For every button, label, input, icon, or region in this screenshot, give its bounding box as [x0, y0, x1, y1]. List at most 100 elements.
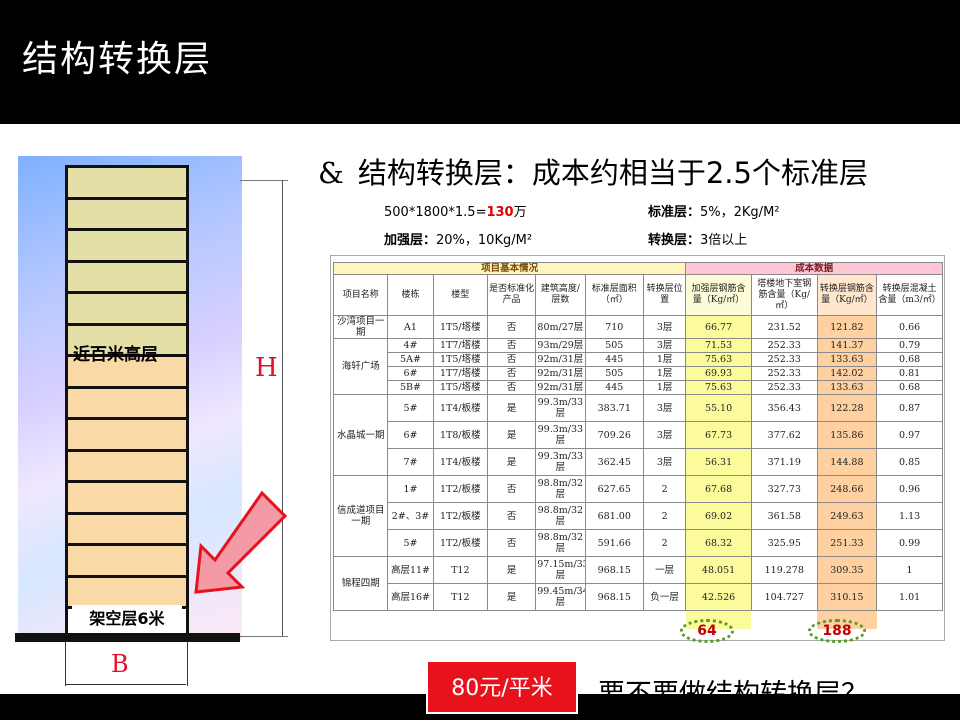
table-cell-pos: 1层	[643, 380, 687, 395]
table-cell-reinf: 75.63	[685, 352, 752, 367]
table-cell-type: 1T7/塔楼	[432, 338, 488, 353]
table-header-row: 项目名称 楼栋 楼型 是否标准化产品 建筑高度/层数 标准层面积（㎡） 转换层位置 加强层钢筋…	[332, 274, 943, 316]
summary-cell	[877, 611, 943, 630]
table-cell-reinf: 42.526	[685, 583, 752, 611]
building-floor	[65, 228, 189, 260]
table-cell-conc: 0.96	[876, 475, 943, 503]
table-cell-trans: 142.02	[816, 366, 878, 381]
table-cell-std: 否	[486, 352, 537, 367]
table-cell-conc: 0.81	[876, 366, 943, 381]
table-cell-area: 362.45	[584, 448, 645, 476]
building-illustration	[65, 165, 189, 635]
table-cell-conc: 1.13	[876, 502, 943, 530]
pointer-arrow-icon	[194, 490, 288, 594]
building-floor	[65, 448, 189, 480]
building-floor	[65, 480, 189, 512]
table-cell-type: 1T5/塔楼	[432, 380, 488, 395]
table-cell-building: 5#	[387, 529, 434, 557]
table-cell-height: 92m/31层	[535, 366, 586, 381]
table-cell-project: 沙湾项目一期	[332, 315, 389, 339]
width-dimension-line	[65, 684, 186, 685]
building-floor	[65, 291, 189, 323]
summary-cell	[644, 611, 686, 630]
table-cell-pos: 2	[643, 529, 687, 557]
slide-title: 结构转换层	[22, 39, 213, 80]
table-cell-type: T12	[432, 556, 488, 584]
table-cell-building: 6#	[387, 366, 434, 381]
table-cell-building: A1	[387, 315, 434, 339]
table-cell-pos: 2	[643, 475, 687, 503]
summary-cell	[388, 611, 433, 630]
standard-label: 标准层：	[648, 205, 701, 220]
table-cell-reinf: 69.02	[685, 502, 752, 530]
table-cell-area: 505	[584, 338, 645, 353]
table-cell-std: 否	[486, 366, 537, 381]
table-cell-reinf: 71.53	[685, 338, 752, 353]
table-cell-std: 否	[486, 475, 537, 503]
table-row: 7# 1T4/板楼是 99.3m/33层 362.45 3层 56.31 371.19 144…	[334, 448, 943, 476]
table-cell-type: 1T2/板楼	[432, 502, 488, 530]
table-cell-area: 968.15	[584, 556, 645, 584]
table-cell-building: 7#	[387, 448, 434, 476]
table-cell-building: 5B#	[387, 380, 434, 395]
table-cell-std: 否	[486, 338, 537, 353]
table-cell-base: 361.58	[750, 502, 818, 530]
transfer-label: 转换层：	[648, 233, 701, 248]
table-cell-area: 968.15	[584, 583, 645, 611]
summary-cell	[751, 611, 817, 630]
headline-text: 结构转换层：成本约相当于2.5个标准层	[357, 156, 868, 190]
table-cell-area: 709.26	[584, 421, 645, 449]
table-cell-building: 4#	[387, 338, 434, 353]
table-row: 水晶城一期 5# 1T4/板楼是 99.3m/33层 383.71 3层 55.10 356.…	[332, 394, 943, 476]
formula-note: 500*1800*1.5=130万	[384, 201, 527, 220]
table-cell-height: 99.3m/33层	[535, 421, 586, 449]
table-cell-pos: 3层	[643, 394, 687, 422]
table-cell-trans: 309.35	[816, 556, 878, 584]
formula-value: 130	[486, 205, 514, 220]
transfer-value: 3倍以上	[700, 233, 748, 248]
column-header: 项目名称	[332, 274, 389, 316]
table-cell-height: 92m/31层	[535, 352, 586, 367]
table-cell-pos: 3层	[643, 448, 687, 476]
standard-value: 5%，2Kg/M²	[700, 205, 780, 220]
table-cell-base: 119.278	[750, 556, 818, 584]
table-cell-height: 97.15m/33层	[535, 556, 586, 584]
summary-cell	[536, 611, 585, 630]
table-cell-area: 445	[584, 352, 645, 367]
table-cell-area: 445	[584, 380, 645, 395]
summary-cell	[487, 611, 535, 630]
tall-building-label: 近百米高层	[73, 345, 158, 365]
table-cell-conc: 0.66	[876, 315, 943, 339]
table-cell-type: 1T4/板楼	[432, 394, 488, 422]
bullet-icon: &	[318, 156, 344, 190]
table-cell-height: 98.8m/32层	[535, 475, 586, 503]
table-cell-conc: 0.85	[876, 448, 943, 476]
table-cell-area: 383.71	[584, 394, 645, 422]
formula-suffix: 万	[513, 205, 527, 220]
table-cell-building: 高层11#	[387, 556, 434, 584]
table-cell-type: 1T5/塔楼	[432, 352, 488, 367]
table-cell-area: 591.66	[584, 529, 645, 557]
table-cell-conc: 0.79	[876, 338, 943, 353]
table-cell-base: 252.33	[750, 380, 818, 395]
table-row: 高层16# T12 是 99.45m/34层 968.15 负一层 42.526 104.72…	[334, 583, 943, 611]
table-cell-base: 252.33	[750, 338, 818, 353]
table-cell-reinf: 68.32	[685, 529, 752, 557]
table-cell-reinf: 55.10	[685, 394, 752, 422]
table-cell-reinf: 69.93	[685, 366, 752, 381]
table-cell-height: 99.3m/33层	[535, 394, 586, 422]
reinforce-floor-note: 加强层：20%，10Kg/M²	[384, 229, 532, 248]
table-cell-trans: 248.66	[816, 475, 878, 503]
table-cell-type: 1T2/板楼	[432, 529, 488, 557]
table-cell-base: 104.727	[750, 583, 818, 611]
building-floor	[65, 417, 189, 449]
table-cell-conc: 1	[876, 556, 943, 584]
table-cell-trans: 310.15	[816, 583, 878, 611]
column-header: 转换层钢筋含量（Kg/㎡）	[816, 274, 878, 316]
table-cell-type: 1T8/板楼	[432, 421, 488, 449]
table-cell-trans: 249.63	[816, 502, 878, 530]
column-header: 是否标准化产品	[486, 274, 537, 316]
table-row: 2#、3# 1T2/板楼否 98.8m/32层 681.00 2 69.02 361.58 2…	[334, 502, 943, 530]
summary-cell	[334, 611, 388, 630]
table-cell-std: 是	[486, 583, 537, 611]
